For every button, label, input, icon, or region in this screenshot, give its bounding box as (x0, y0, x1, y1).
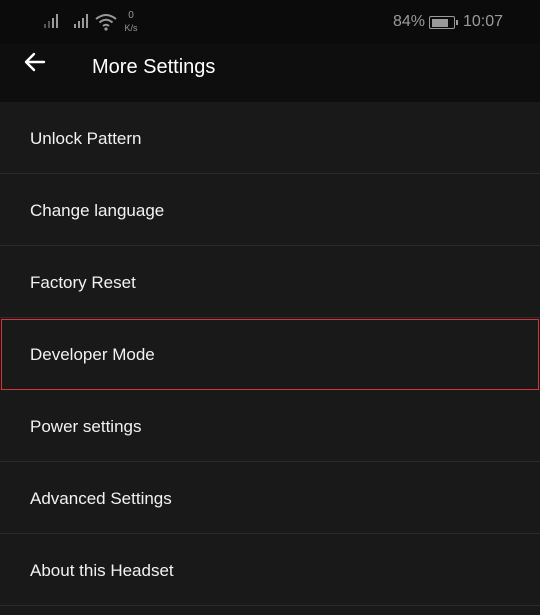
signal-icon-2 (74, 14, 88, 28)
signal-icon (44, 14, 58, 28)
settings-item-change-language[interactable]: Change language (0, 174, 540, 246)
network-speed-value: 0 (128, 10, 134, 21)
battery-icon (429, 16, 458, 29)
settings-list: Unlock Pattern Change language Factory R… (0, 102, 540, 606)
page-title: More Settings (92, 56, 216, 78)
settings-item-about-headset[interactable]: About this Headset (0, 534, 540, 606)
settings-item-label: Change language (30, 201, 165, 220)
status-bar: 0 K/s 84% 10:07 (0, 0, 540, 44)
settings-item-factory-reset[interactable]: Factory Reset (0, 246, 540, 318)
battery-percent: 84% (393, 13, 426, 30)
settings-item-advanced-settings[interactable]: Advanced Settings (0, 462, 540, 534)
settings-item-label: Unlock Pattern (30, 129, 142, 148)
clock: 10:07 (463, 13, 504, 30)
settings-item-unlock-pattern[interactable]: Unlock Pattern (0, 102, 540, 174)
arrow-left-icon[interactable] (22, 49, 48, 75)
battery-fill (431, 18, 449, 27)
app-bar: More Settings (0, 44, 540, 102)
network-speed: 0 K/s (121, 10, 141, 34)
settings-item-label: Advanced Settings (30, 489, 172, 508)
settings-item-developer-mode[interactable]: Developer Mode (0, 318, 540, 390)
wifi-icon (95, 14, 117, 31)
settings-item-label: Developer Mode (30, 345, 155, 364)
settings-item-label: Power settings (30, 417, 142, 436)
settings-item-label: Factory Reset (30, 273, 136, 292)
settings-item-power-settings[interactable]: Power settings (0, 390, 540, 462)
settings-item-label: About this Headset (30, 561, 174, 580)
network-speed-unit: K/s (124, 23, 138, 33)
